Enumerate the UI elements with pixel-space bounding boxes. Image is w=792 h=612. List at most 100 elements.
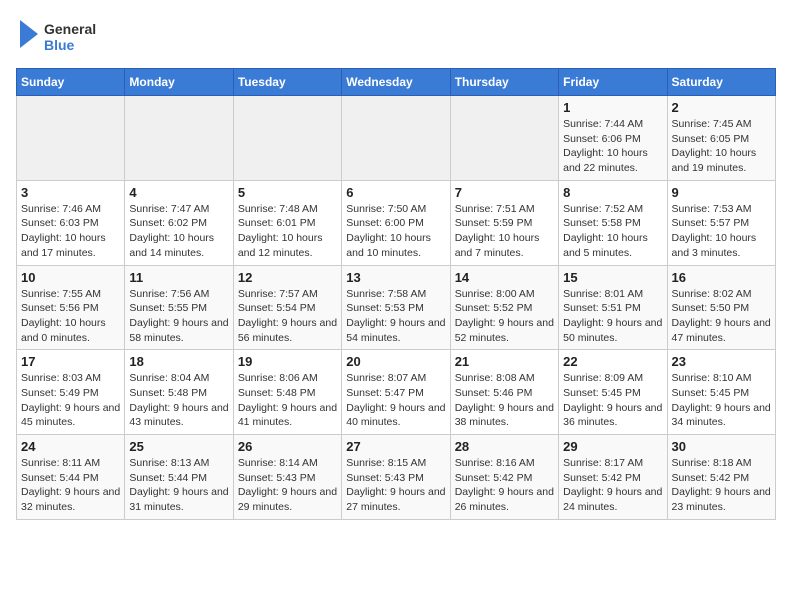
- svg-text:General: General: [44, 21, 96, 37]
- day-number: 5: [238, 185, 337, 200]
- day-number: 21: [455, 354, 554, 369]
- calendar-week-row: 3 Sunrise: 7:46 AM Sunset: 6:03 PM Daylig…: [17, 180, 776, 265]
- day-number: 7: [455, 185, 554, 200]
- day-info: Sunrise: 7:47 AM Sunset: 6:02 PM Dayligh…: [129, 202, 228, 261]
- day-info: Sunrise: 7:56 AM Sunset: 5:55 PM Dayligh…: [129, 287, 228, 346]
- day-info: Sunrise: 7:53 AM Sunset: 5:57 PM Dayligh…: [672, 202, 771, 261]
- calendar-cell: 25 Sunrise: 8:13 AM Sunset: 5:44 PM Dayli…: [125, 435, 233, 520]
- day-info: Sunrise: 8:03 AM Sunset: 5:49 PM Dayligh…: [21, 371, 120, 430]
- day-number: 1: [563, 100, 662, 115]
- day-info: Sunrise: 7:57 AM Sunset: 5:54 PM Dayligh…: [238, 287, 337, 346]
- calendar-cell: 4 Sunrise: 7:47 AM Sunset: 6:02 PM Daylig…: [125, 180, 233, 265]
- calendar-cell: [125, 96, 233, 181]
- weekday-header: Monday: [125, 69, 233, 96]
- calendar-header-row: SundayMondayTuesdayWednesdayThursdayFrid…: [17, 69, 776, 96]
- calendar-cell: [342, 96, 450, 181]
- calendar-cell: 9 Sunrise: 7:53 AM Sunset: 5:57 PM Daylig…: [667, 180, 775, 265]
- day-info: Sunrise: 8:08 AM Sunset: 5:46 PM Dayligh…: [455, 371, 554, 430]
- day-info: Sunrise: 8:07 AM Sunset: 5:47 PM Dayligh…: [346, 371, 445, 430]
- day-number: 19: [238, 354, 337, 369]
- day-info: Sunrise: 8:16 AM Sunset: 5:42 PM Dayligh…: [455, 456, 554, 515]
- calendar-cell: 15Sunrise: 8:01 AM Sunset: 5:51 PM Dayli…: [559, 265, 667, 350]
- calendar-cell: 28 Sunrise: 8:16 AM Sunset: 5:42 PM Dayli…: [450, 435, 558, 520]
- weekday-header: Tuesday: [233, 69, 341, 96]
- day-number: 6: [346, 185, 445, 200]
- day-info: Sunrise: 8:18 AM Sunset: 5:42 PM Dayligh…: [672, 456, 771, 515]
- day-number: 27: [346, 439, 445, 454]
- calendar-cell: 8 Sunrise: 7:52 AM Sunset: 5:58 PM Daylig…: [559, 180, 667, 265]
- calendar-cell: 30 Sunrise: 8:18 AM Sunset: 5:42 PM Dayli…: [667, 435, 775, 520]
- calendar-week-row: 1 Sunrise: 7:44 AM Sunset: 6:06 PM Daylig…: [17, 96, 776, 181]
- day-number: 30: [672, 439, 771, 454]
- day-info: Sunrise: 8:04 AM Sunset: 5:48 PM Dayligh…: [129, 371, 228, 430]
- day-info: Sunrise: 8:09 AM Sunset: 5:45 PM Dayligh…: [563, 371, 662, 430]
- day-info: Sunrise: 7:46 AM Sunset: 6:03 PM Dayligh…: [21, 202, 120, 261]
- day-number: 10: [21, 270, 120, 285]
- day-number: 9: [672, 185, 771, 200]
- calendar-cell: 26 Sunrise: 8:14 AM Sunset: 5:43 PM Dayli…: [233, 435, 341, 520]
- day-info: Sunrise: 8:13 AM Sunset: 5:44 PM Dayligh…: [129, 456, 228, 515]
- logo-svg: GeneralBlue: [16, 16, 106, 56]
- calendar-cell: 22Sunrise: 8:09 AM Sunset: 5:45 PM Dayli…: [559, 350, 667, 435]
- day-number: 11: [129, 270, 228, 285]
- calendar-cell: 7 Sunrise: 7:51 AM Sunset: 5:59 PM Daylig…: [450, 180, 558, 265]
- day-info: Sunrise: 7:58 AM Sunset: 5:53 PM Dayligh…: [346, 287, 445, 346]
- calendar-week-row: 10 Sunrise: 7:55 AM Sunset: 5:56 PM Dayli…: [17, 265, 776, 350]
- calendar-cell: 11 Sunrise: 7:56 AM Sunset: 5:55 PM Dayli…: [125, 265, 233, 350]
- calendar-cell: 29Sunrise: 8:17 AM Sunset: 5:42 PM Dayli…: [559, 435, 667, 520]
- calendar-cell: 20Sunrise: 8:07 AM Sunset: 5:47 PM Dayli…: [342, 350, 450, 435]
- day-info: Sunrise: 7:44 AM Sunset: 6:06 PM Dayligh…: [563, 117, 662, 176]
- day-number: 25: [129, 439, 228, 454]
- calendar-cell: 23Sunrise: 8:10 AM Sunset: 5:45 PM Dayli…: [667, 350, 775, 435]
- calendar-cell: 24 Sunrise: 8:11 AM Sunset: 5:44 PM Dayli…: [17, 435, 125, 520]
- calendar-week-row: 24 Sunrise: 8:11 AM Sunset: 5:44 PM Dayli…: [17, 435, 776, 520]
- weekday-header: Saturday: [667, 69, 775, 96]
- day-info: Sunrise: 8:06 AM Sunset: 5:48 PM Dayligh…: [238, 371, 337, 430]
- calendar-cell: 19 Sunrise: 8:06 AM Sunset: 5:48 PM Dayli…: [233, 350, 341, 435]
- calendar-week-row: 17 Sunrise: 8:03 AM Sunset: 5:49 PM Dayli…: [17, 350, 776, 435]
- day-number: 18: [129, 354, 228, 369]
- calendar-cell: 10 Sunrise: 7:55 AM Sunset: 5:56 PM Dayli…: [17, 265, 125, 350]
- day-info: Sunrise: 7:50 AM Sunset: 6:00 PM Dayligh…: [346, 202, 445, 261]
- calendar-cell: 27 Sunrise: 8:15 AM Sunset: 5:43 PM Dayli…: [342, 435, 450, 520]
- weekday-header: Sunday: [17, 69, 125, 96]
- calendar-cell: 6 Sunrise: 7:50 AM Sunset: 6:00 PM Daylig…: [342, 180, 450, 265]
- logo: GeneralBlue: [16, 16, 106, 56]
- calendar-cell: 17 Sunrise: 8:03 AM Sunset: 5:49 PM Dayli…: [17, 350, 125, 435]
- day-number: 13: [346, 270, 445, 285]
- day-info: Sunrise: 8:11 AM Sunset: 5:44 PM Dayligh…: [21, 456, 120, 515]
- calendar-cell: 1 Sunrise: 7:44 AM Sunset: 6:06 PM Daylig…: [559, 96, 667, 181]
- day-info: Sunrise: 8:00 AM Sunset: 5:52 PM Dayligh…: [455, 287, 554, 346]
- day-number: 12: [238, 270, 337, 285]
- calendar-cell: [17, 96, 125, 181]
- day-info: Sunrise: 8:01 AM Sunset: 5:51 PM Dayligh…: [563, 287, 662, 346]
- day-number: 8: [563, 185, 662, 200]
- day-info: Sunrise: 7:52 AM Sunset: 5:58 PM Dayligh…: [563, 202, 662, 261]
- day-info: Sunrise: 7:51 AM Sunset: 5:59 PM Dayligh…: [455, 202, 554, 261]
- calendar-cell: 12 Sunrise: 7:57 AM Sunset: 5:54 PM Dayli…: [233, 265, 341, 350]
- day-number: 24: [21, 439, 120, 454]
- day-number: 4: [129, 185, 228, 200]
- calendar-cell: 3 Sunrise: 7:46 AM Sunset: 6:03 PM Daylig…: [17, 180, 125, 265]
- day-info: Sunrise: 7:55 AM Sunset: 5:56 PM Dayligh…: [21, 287, 120, 346]
- day-info: Sunrise: 8:14 AM Sunset: 5:43 PM Dayligh…: [238, 456, 337, 515]
- day-number: 3: [21, 185, 120, 200]
- day-number: 28: [455, 439, 554, 454]
- weekday-header: Thursday: [450, 69, 558, 96]
- weekday-header: Wednesday: [342, 69, 450, 96]
- weekday-header: Friday: [559, 69, 667, 96]
- page-header: GeneralBlue: [16, 16, 776, 56]
- calendar-table: SundayMondayTuesdayWednesdayThursdayFrid…: [16, 68, 776, 520]
- calendar-cell: 2Sunrise: 7:45 AM Sunset: 6:05 PM Daylig…: [667, 96, 775, 181]
- calendar-cell: 16Sunrise: 8:02 AM Sunset: 5:50 PM Dayli…: [667, 265, 775, 350]
- day-info: Sunrise: 8:10 AM Sunset: 5:45 PM Dayligh…: [672, 371, 771, 430]
- day-number: 2: [672, 100, 771, 115]
- calendar-cell: [450, 96, 558, 181]
- calendar-cell: 21 Sunrise: 8:08 AM Sunset: 5:46 PM Dayli…: [450, 350, 558, 435]
- day-number: 26: [238, 439, 337, 454]
- calendar-cell: [233, 96, 341, 181]
- day-number: 17: [21, 354, 120, 369]
- day-info: Sunrise: 7:48 AM Sunset: 6:01 PM Dayligh…: [238, 202, 337, 261]
- day-info: Sunrise: 8:15 AM Sunset: 5:43 PM Dayligh…: [346, 456, 445, 515]
- calendar-cell: 14Sunrise: 8:00 AM Sunset: 5:52 PM Dayli…: [450, 265, 558, 350]
